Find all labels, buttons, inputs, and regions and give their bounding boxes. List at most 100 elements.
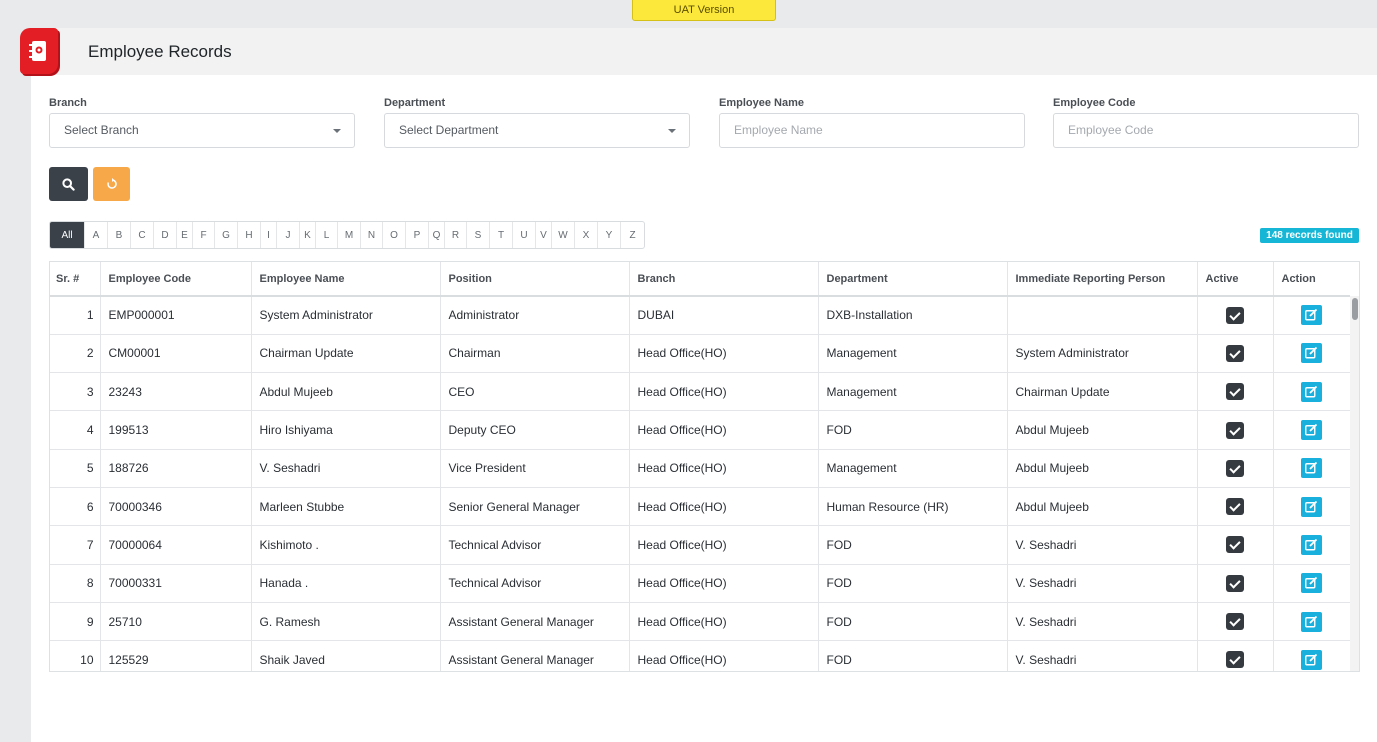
checkbox-checked-icon[interactable]: [1226, 421, 1244, 439]
cell-sr: 4: [50, 410, 101, 450]
edit-button[interactable]: [1301, 381, 1323, 402]
alpha-filter-o[interactable]: O: [383, 222, 406, 248]
checkbox-checked-icon[interactable]: [1226, 613, 1244, 631]
alpha-filter-a[interactable]: A: [85, 222, 108, 248]
alpha-filter-g[interactable]: G: [215, 222, 238, 248]
cell-employee-code: CM00001: [100, 334, 252, 374]
alpha-filter-h[interactable]: H: [238, 222, 261, 248]
department-label: Department: [384, 97, 446, 109]
checkbox-checked-icon[interactable]: [1226, 651, 1244, 669]
alpha-filter-m[interactable]: M: [338, 222, 361, 248]
cell-sr: 3: [50, 372, 101, 412]
alpha-filter-x[interactable]: X: [575, 222, 598, 248]
table-scrollbar[interactable]: [1350, 296, 1359, 671]
edit-button[interactable]: [1301, 458, 1323, 479]
search-icon: [62, 177, 75, 191]
column-header-reporting-person[interactable]: Immediate Reporting Person: [1007, 262, 1198, 297]
checkbox-checked-icon[interactable]: [1226, 536, 1244, 554]
edit-button[interactable]: [1301, 611, 1323, 632]
cell-action: [1273, 640, 1350, 671]
cell-action: [1273, 372, 1350, 412]
table-scrollbar-thumb[interactable]: [1352, 298, 1358, 320]
department-select[interactable]: Select Department: [384, 113, 690, 148]
alpha-filter-f[interactable]: F: [193, 222, 215, 248]
checkbox-checked-icon[interactable]: [1226, 383, 1244, 401]
alpha-filter-v[interactable]: V: [536, 222, 552, 248]
alpha-filter-all[interactable]: All: [50, 222, 85, 248]
edit-icon: [1305, 615, 1318, 627]
alpha-filter-b[interactable]: B: [108, 222, 131, 248]
reset-button[interactable]: [93, 167, 130, 201]
alpha-filter-e[interactable]: E: [177, 222, 193, 248]
records-found-badge: 148 records found: [1260, 228, 1359, 243]
cell-branch: Head Office(HO): [629, 334, 819, 374]
column-header-action: Action: [1273, 262, 1350, 297]
cell-action: [1273, 296, 1350, 335]
edit-button[interactable]: [1301, 420, 1323, 441]
search-button[interactable]: [49, 167, 88, 201]
cell-department: FOD: [818, 640, 1008, 671]
edit-button[interactable]: [1301, 343, 1323, 364]
alpha-filter-l[interactable]: L: [316, 222, 338, 248]
alpha-filter-j[interactable]: J: [277, 222, 300, 248]
cell-position: Vice President: [440, 449, 630, 488]
cell-department: DXB-Installation: [818, 296, 1008, 335]
column-header-department[interactable]: Department: [818, 262, 1008, 297]
employee-code-input[interactable]: Employee Code: [1053, 113, 1359, 148]
edit-icon: [1305, 462, 1318, 474]
alpha-filter-q[interactable]: Q: [429, 222, 445, 248]
cell-position: Technical Advisor: [440, 525, 630, 565]
cell-active: [1197, 410, 1274, 450]
alpha-filter-t[interactable]: T: [490, 222, 513, 248]
table-row: 10 125529 Shaik Javed Assistant General Man…: [50, 640, 1350, 671]
alpha-filter-n[interactable]: N: [361, 222, 383, 248]
uat-version-badge: UAT Version: [632, 0, 776, 21]
cell-branch: Head Office(HO): [629, 640, 819, 671]
alpha-filter-z[interactable]: Z: [621, 222, 644, 248]
alpha-filter-u[interactable]: U: [513, 222, 536, 248]
alpha-filter-d[interactable]: D: [154, 222, 177, 248]
alpha-filter-r[interactable]: R: [445, 222, 467, 248]
alpha-filter-i[interactable]: I: [261, 222, 277, 248]
column-header-employee-code[interactable]: Employee Code: [100, 262, 252, 297]
edit-button[interactable]: [1301, 305, 1323, 326]
cell-active: [1197, 525, 1274, 565]
cell-branch: Head Office(HO): [629, 410, 819, 450]
checkbox-checked-icon[interactable]: [1226, 306, 1244, 324]
checkbox-checked-icon[interactable]: [1226, 344, 1244, 362]
alpha-filter-p[interactable]: P: [406, 222, 429, 248]
cell-position: CEO: [440, 372, 630, 412]
alpha-filter-k[interactable]: K: [300, 222, 316, 248]
alphabet-filter: All A B C D E F G H I J K L M N O P Q R S T U V W X Y Z: [49, 221, 645, 249]
branch-select[interactable]: Select Branch: [49, 113, 355, 148]
column-header-sr[interactable]: Sr. #: [50, 262, 101, 297]
cell-employee-code: 25710: [100, 602, 252, 642]
cell-employee-code: 70000346: [100, 487, 252, 527]
edit-button[interactable]: [1301, 496, 1323, 517]
alpha-filter-w[interactable]: W: [552, 222, 575, 248]
edit-button[interactable]: [1301, 534, 1323, 555]
column-header-employee-name[interactable]: Employee Name: [251, 262, 441, 297]
cell-position: Chairman: [440, 334, 630, 374]
checkbox-checked-icon[interactable]: [1226, 574, 1244, 592]
edit-icon: [1305, 653, 1318, 666]
column-header-position[interactable]: Position: [440, 262, 630, 297]
edit-button[interactable]: [1301, 573, 1323, 594]
checkbox-checked-icon[interactable]: [1226, 498, 1244, 516]
alpha-filter-c[interactable]: C: [131, 222, 154, 248]
cell-position: Deputy CEO: [440, 410, 630, 450]
table-row: 5 188726 V. Seshadri Vice President Head Off…: [50, 449, 1350, 488]
alpha-filter-s[interactable]: S: [467, 222, 490, 248]
edit-icon: [1305, 538, 1318, 551]
cell-position: Assistant General Manager: [440, 602, 630, 642]
column-header-branch[interactable]: Branch: [629, 262, 819, 297]
cell-reporting-person: V. Seshadri: [1007, 564, 1198, 603]
cell-employee-name: Marleen Stubbe: [251, 487, 441, 527]
edit-icon: [1305, 385, 1318, 398]
employee-name-input[interactable]: Employee Name: [719, 113, 1025, 148]
edit-button[interactable]: [1301, 649, 1323, 670]
alpha-filter-y[interactable]: Y: [598, 222, 621, 248]
cell-department: Management: [818, 334, 1008, 374]
checkbox-checked-icon[interactable]: [1226, 459, 1244, 477]
cell-employee-name: Hiro Ishiyama: [251, 410, 441, 450]
